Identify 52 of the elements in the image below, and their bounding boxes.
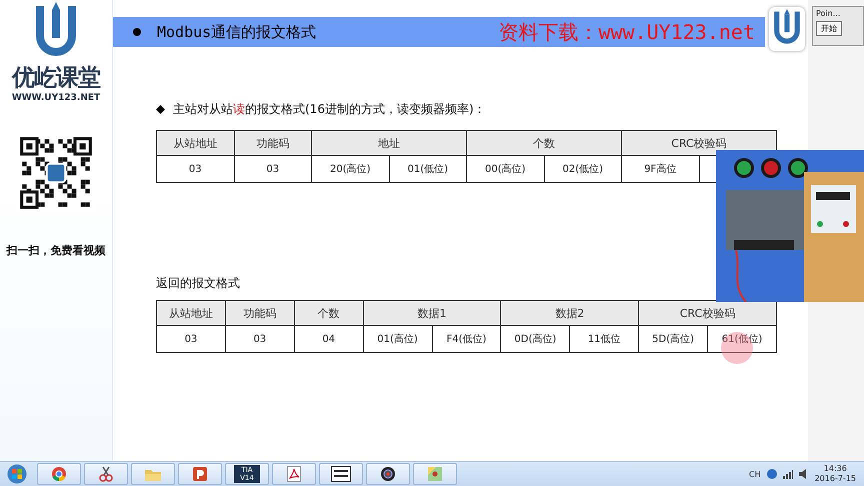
- table-cell: 5D(高位): [638, 326, 708, 352]
- pdf-icon: [287, 466, 301, 482]
- table-cell: 9F高位: [622, 156, 699, 182]
- column-header: 功能码: [225, 300, 294, 326]
- start-button[interactable]: 开始: [816, 21, 842, 36]
- table-cell: 03: [156, 156, 234, 182]
- slide-title: Modbus通信的报文格式: [157, 22, 316, 42]
- paint-icon: [427, 466, 443, 482]
- camera-icon: [380, 466, 396, 482]
- taskbar-app-button[interactable]: [319, 463, 363, 485]
- table-cell: 00(高位): [466, 156, 544, 182]
- column-header: 功能码: [234, 130, 312, 156]
- column-header: 个数: [466, 130, 622, 156]
- network-icon[interactable]: [782, 469, 793, 479]
- column-header: 数据2: [500, 300, 639, 326]
- windows-logo-icon: [7, 464, 27, 484]
- powerpoint-icon: [192, 466, 208, 482]
- column-header: CRC校验码: [638, 300, 776, 326]
- section-heading: 主站对从站读的报文格式(16进制的方式，读变频器频率)：: [173, 101, 486, 118]
- column-header: 个数: [294, 300, 364, 326]
- column-header: 从站地址: [156, 130, 234, 156]
- table-cell: 01(低位): [389, 156, 466, 182]
- scissors-icon: [98, 466, 114, 482]
- table-cell: 01(高位): [363, 326, 432, 352]
- table-cell: 04: [294, 326, 364, 352]
- section-heading: 返回的报文格式: [156, 275, 240, 292]
- column-header: 从站地址: [156, 300, 226, 326]
- brand-name: 优屹课堂: [12, 64, 100, 93]
- clock[interactable]: 14:36 2016-7-15: [814, 464, 856, 484]
- column-header: 数据1: [363, 300, 501, 326]
- bullet-icon: [133, 28, 141, 36]
- language-indicator[interactable]: CH: [748, 470, 761, 478]
- diamond-bullet-icon: [156, 105, 165, 114]
- table-cell: 03: [156, 326, 226, 352]
- column-header: 地址: [312, 130, 466, 156]
- table-cell: 20(高位): [312, 156, 389, 182]
- window-title: Poin...: [816, 9, 840, 18]
- table-cell: 03: [234, 156, 312, 182]
- table-cell: 03: [225, 326, 294, 352]
- brand-url: WWW.UY123.NET: [12, 93, 100, 103]
- download-notice: 资料下载：www.UY123.net: [498, 18, 755, 46]
- table-cell: 61(低位): [708, 326, 776, 352]
- table-cell: 0D(高位): [500, 326, 570, 352]
- chrome-icon: [51, 466, 67, 482]
- taskbar-app-button[interactable]: [366, 463, 410, 485]
- table-cell: 11低位: [570, 326, 639, 352]
- table-cell: 02(低位): [544, 156, 622, 182]
- qr-caption: 扫一扫，免费看视频: [6, 243, 106, 258]
- terminal-icon: [331, 466, 351, 482]
- table-cell: F4(低位): [432, 326, 501, 352]
- volume-icon[interactable]: [798, 469, 809, 479]
- column-header: CRC校验码: [622, 130, 776, 156]
